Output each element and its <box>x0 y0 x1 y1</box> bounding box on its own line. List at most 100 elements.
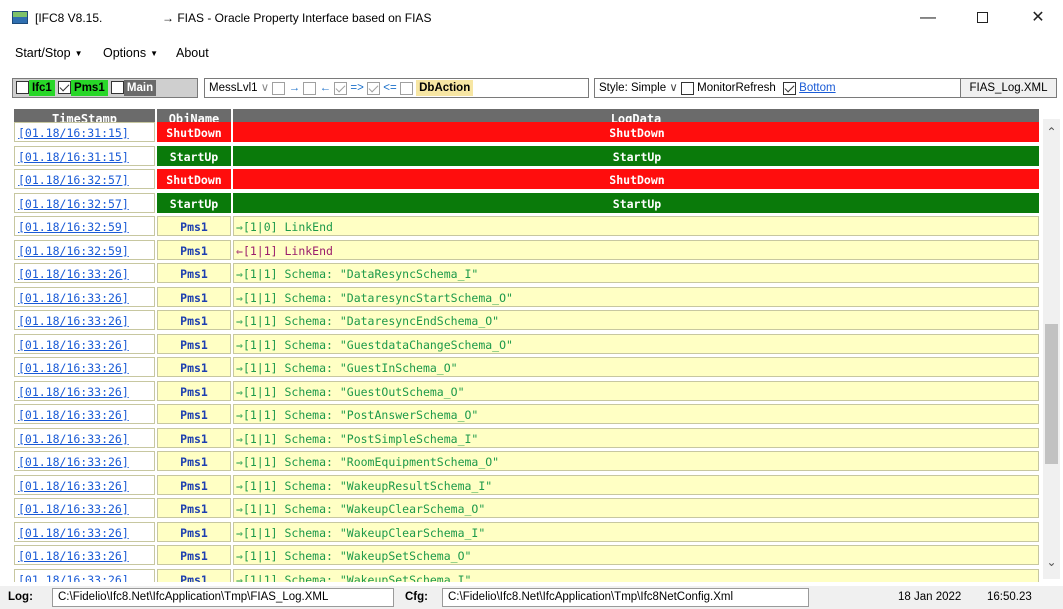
arrow-right-icon: ⇒ <box>236 431 243 446</box>
timestamp-link[interactable]: [01.18/16:33:26] <box>14 521 155 542</box>
logdata-cell: ShutDown <box>233 122 1039 142</box>
pms1-checkbox[interactable] <box>58 81 72 95</box>
menu-options[interactable]: Options ▼ <box>103 46 158 60</box>
timestamp-link[interactable]: [01.18/16:31:15] <box>14 122 155 142</box>
timestamp-link[interactable]: [01.18/16:33:26] <box>14 427 155 448</box>
mess-level-select[interactable]: MessLvl1 ∨ <box>209 79 269 97</box>
object-filter-group: Ifc1 Pms1 Main <box>12 78 198 98</box>
scrollbar-thumb[interactable] <box>1045 324 1058 464</box>
arrow-right-icon: ⇒ <box>236 478 243 493</box>
timestamp-link[interactable]: [01.18/16:32:59] <box>14 216 155 236</box>
close-button[interactable]: ✕ <box>1015 3 1061 33</box>
objname-cell: Pms1 <box>157 286 231 307</box>
timestamp-link[interactable]: [01.18/16:32:59] <box>14 239 155 260</box>
table-row[interactable]: [01.18/16:33:26] Pms1 ⇒[1|1] Schema: "Data… <box>14 286 1039 308</box>
timestamp-link[interactable]: [01.18/16:31:15] <box>14 145 155 166</box>
main-label: Main <box>123 79 157 96</box>
dbaction-checkbox[interactable] <box>399 81 413 95</box>
logdata-text: [1|1] Schema: "GuestInSchema_O" <box>242 361 458 375</box>
timestamp-link[interactable]: [01.18/16:32:57] <box>14 192 155 213</box>
timestamp-link[interactable]: [01.18/16:33:26] <box>14 545 155 565</box>
arrow-left-checkbox[interactable] <box>303 81 317 95</box>
table-row[interactable]: [01.18/16:33:26] Pms1 ⇒[1|1] Schema: "Gues… <box>14 380 1039 402</box>
logdata-text: StartUp <box>612 196 662 211</box>
table-row[interactable]: [01.18/16:31:15] StartUp StartUp <box>14 145 1039 167</box>
window-title-version: [IFC8 V8.15. <box>35 11 103 25</box>
table-row[interactable]: [01.18/16:33:26] Pms1 ⇒[1|1] Schema: "Wake… <box>14 497 1039 519</box>
timestamp-link[interactable]: [01.18/16:33:26] <box>14 310 155 330</box>
objname-cell: Pms1 <box>157 521 231 542</box>
timestamp-link[interactable]: [01.18/16:33:26] <box>14 474 155 495</box>
table-row[interactable]: [01.18/16:33:26] Pms1 ⇒[1|1] Schema: "Wake… <box>14 544 1039 566</box>
cfg-path-field[interactable]: C:\Fidelio\Ifc8.Net\IfcApplication\Tmp\I… <box>442 588 809 607</box>
status-time: 16:50.23 <box>987 591 1032 603</box>
table-row[interactable]: [01.18/16:32:59] Pms1 ⇒[1|0] LinkEnd <box>14 215 1039 237</box>
logdata-cell: StartUp <box>233 145 1039 166</box>
window-title: → FIAS - Oracle Property Interface based… <box>162 11 432 25</box>
scroll-up-icon[interactable]: ⌃ <box>1043 124 1060 141</box>
table-row[interactable]: [01.18/16:33:26] Pms1 ⇒[1|1] Schema: "Data… <box>14 309 1039 331</box>
menu-start-stop[interactable]: Start/Stop ▼ <box>15 46 83 60</box>
logdata-cell: ⇒[1|1] Schema: "GuestInSchema_O" <box>233 357 1039 377</box>
logdata-cell: ShutDown <box>233 169 1039 189</box>
logdata-cell: ⇐[1|1] LinkEnd <box>233 239 1039 260</box>
table-row[interactable]: [01.18/16:33:26] Pms1 ⇒[1|1] Schema: "Gues… <box>14 356 1039 378</box>
timestamp-link[interactable]: [01.18/16:33:26] <box>14 498 155 518</box>
arrow-right-icon: ⇒ <box>236 572 243 583</box>
table-row[interactable]: [01.18/16:33:26] Pms1 ⇒[1|1] Schema: "Wake… <box>14 474 1039 496</box>
timestamp-link[interactable]: [01.18/16:33:26] <box>14 333 155 354</box>
table-row[interactable]: [01.18/16:32:57] StartUp StartUp <box>14 192 1039 214</box>
main-checkbox[interactable] <box>110 81 124 95</box>
double-left-label: <= <box>383 82 397 95</box>
monitor-refresh-checkbox[interactable] <box>680 81 694 95</box>
timestamp-link[interactable]: [01.18/16:33:26] <box>14 404 155 424</box>
table-row[interactable]: [01.18/16:33:26] Pms1 ⇒[1|1] Schema: "Post… <box>14 403 1039 425</box>
double-right-checkbox[interactable] <box>334 81 348 95</box>
table-row[interactable]: [01.18/16:31:15] ShutDown ShutDown <box>14 121 1039 143</box>
timestamp-link[interactable]: [01.18/16:32:57] <box>14 169 155 189</box>
logdata-text: ShutDown <box>609 126 665 140</box>
style-value: Style: Simple <box>599 82 667 94</box>
timestamp-link[interactable]: [01.18/16:33:26] <box>14 380 155 401</box>
logdata-cell: ⇒[1|1] Schema: "WakeupClearSchema_O" <box>233 498 1039 518</box>
timestamp-link[interactable]: [01.18/16:33:26] <box>14 451 155 471</box>
table-row[interactable]: [01.18/16:33:26] Pms1 ⇒[1|1] Schema: "Wake… <box>14 521 1039 543</box>
arrow-right-icon: ⇒ <box>236 290 243 305</box>
maximize-button[interactable] <box>959 3 1005 33</box>
bottom-checkbox[interactable] <box>782 81 796 95</box>
minimize-button[interactable]: — <box>905 3 951 33</box>
log-file-button[interactable]: FIAS_Log.XML <box>960 78 1057 98</box>
message-filter-group: MessLvl1 ∨ → ← => <= DbAction <box>204 78 589 98</box>
log-path-field[interactable]: C:\Fidelio\Ifc8.Net\IfcApplication\Tmp\F… <box>52 588 394 607</box>
menu-start-stop-label: Start/Stop <box>15 46 71 60</box>
arrow-right-icon: ⇒ <box>236 502 243 516</box>
table-row[interactable]: [01.18/16:32:59] Pms1 ⇐[1|1] LinkEnd <box>14 239 1039 261</box>
timestamp-link[interactable]: [01.18/16:33:26] <box>14 263 155 283</box>
double-left-checkbox[interactable] <box>367 81 381 95</box>
app-icon <box>12 11 28 24</box>
timestamp-link[interactable]: [01.18/16:33:26] <box>14 286 155 307</box>
scroll-down-icon[interactable]: ⌄ <box>1043 554 1060 571</box>
timestamp-link[interactable]: [01.18/16:33:26] <box>14 357 155 377</box>
objname-cell: Pms1 <box>157 451 231 471</box>
style-select[interactable]: Style: Simple ∨ <box>599 79 678 97</box>
arrow-right-checkbox[interactable] <box>272 81 286 95</box>
table-row[interactable]: [01.18/16:33:26] Pms1 ⇒[1|1] Schema: "Gues… <box>14 333 1039 355</box>
status-bar: Log: C:\Fidelio\Ifc8.Net\IfcApplication\… <box>0 586 1063 609</box>
table-row[interactable]: [01.18/16:33:26] Pms1 ⇒[1|1] Schema: "Data… <box>14 262 1039 284</box>
logdata-text: [1|1] Schema: "PostAnswerSchema_O" <box>242 408 479 422</box>
timestamp-link[interactable]: [01.18/16:33:26] <box>14 568 155 582</box>
maximize-icon <box>976 12 988 24</box>
table-row[interactable]: [01.18/16:33:26] Pms1 ⇒[1|1] Schema: "Post… <box>14 427 1039 449</box>
logdata-cell: ⇒[1|1] Schema: "GuestdataChangeSchema_O" <box>233 333 1039 354</box>
vertical-scrollbar[interactable]: ⌃ ⌄ <box>1043 119 1060 579</box>
menu-about[interactable]: About <box>176 46 209 60</box>
logdata-text: StartUp <box>612 149 662 164</box>
bottom-link[interactable]: Bottom <box>799 82 835 94</box>
table-row[interactable]: [01.18/16:32:57] ShutDown ShutDown <box>14 168 1039 190</box>
table-row[interactable]: [01.18/16:33:26] Pms1 ⇒[1|1] Schema: "Room… <box>14 450 1039 472</box>
ifc1-checkbox[interactable] <box>16 81 29 95</box>
logdata-cell: ⇒[1|1] Schema: "PostSimpleSchema_I" <box>233 427 1039 448</box>
objname-cell: StartUp <box>157 192 231 213</box>
table-row[interactable]: [01.18/16:33:26] Pms1 ⇒[1|1] Schema: "Wake… <box>14 568 1039 583</box>
